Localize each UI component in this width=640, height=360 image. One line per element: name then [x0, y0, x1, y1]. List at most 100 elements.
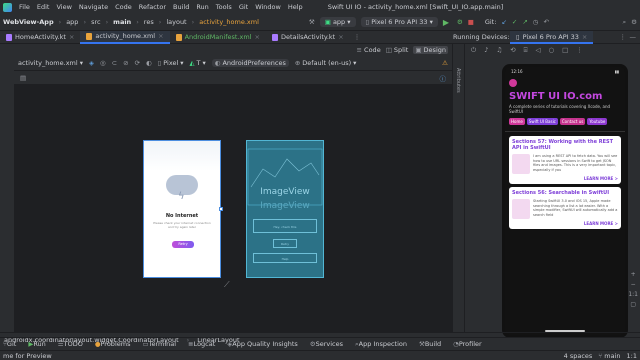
night-mode-icon[interactable]: ◐ [146, 59, 152, 67]
attributes-sidebar[interactable]: Attributes [452, 44, 464, 332]
menu-refactor[interactable]: Refactor [139, 3, 166, 11]
app-home-button[interactable]: Home [509, 118, 525, 125]
cursor-status[interactable]: 1:1 [627, 352, 637, 360]
breadcrumb-app[interactable]: app [66, 18, 78, 26]
design-preview-surface[interactable]: ϟ No Internet Please check your internet… [143, 140, 223, 278]
menu-navigate[interactable]: Navigate [79, 3, 108, 11]
tool-build[interactable]: ⚒Build [419, 340, 441, 348]
view-code-button[interactable]: ≡ Code [357, 46, 381, 54]
tool-run[interactable]: ▶Run [28, 340, 45, 348]
hammer-icon[interactable]: ⚒ [309, 18, 315, 26]
resize-handle-icon[interactable] [219, 207, 223, 211]
app-contact-button[interactable]: Contact us [559, 118, 586, 125]
theme-dropdown[interactable]: ◐ AndroidPreferences [211, 59, 289, 67]
close-icon[interactable]: × [158, 32, 163, 40]
layers-icon[interactable]: ◈ [89, 59, 94, 67]
eye-icon[interactable]: ◎ [100, 59, 106, 67]
menu-window[interactable]: Window [255, 3, 281, 11]
warning-icon[interactable]: ⚠ [442, 59, 448, 67]
menu-run[interactable]: Run [196, 3, 208, 11]
tool-app-inspection[interactable]: ⌕App Inspection [355, 340, 407, 349]
article-card[interactable]: Sections 57: Working with the REST API i… [509, 136, 621, 184]
module-selector[interactable]: ▣ app ▾ [319, 17, 356, 27]
search-icon[interactable]: ⌕ [623, 18, 627, 27]
menu-code[interactable]: Code [115, 3, 132, 11]
rotate-icon[interactable]: ⟲ [510, 46, 515, 54]
back-icon[interactable]: ◁ [536, 46, 541, 54]
overview-icon[interactable]: □ [562, 46, 568, 54]
breadcrumb-file[interactable]: activity_home.xml [199, 18, 259, 26]
menu-git[interactable]: Git [239, 3, 248, 11]
home-icon[interactable]: ○ [549, 46, 555, 54]
learn-more-link[interactable]: LEARN MORE > [512, 221, 618, 226]
app-swiftui-basic-button[interactable]: Swift UI Basic [526, 118, 558, 125]
magnet-icon[interactable]: ⊂ [112, 59, 117, 67]
breadcrumb-main[interactable]: main [113, 18, 131, 26]
rollback-icon[interactable]: ↶ [543, 18, 548, 26]
api-dropdown[interactable]: ◭ T ▾ [190, 59, 206, 67]
more-icon[interactable]: ⋮ [576, 46, 583, 54]
git-commit-icon[interactable]: ✓ [512, 18, 517, 26]
app-youtube-button[interactable]: Youtube [587, 118, 608, 125]
locale-dropdown[interactable]: ⊕ Default (en-us) ▾ [295, 59, 357, 67]
breadcrumb-src[interactable]: src [91, 18, 101, 26]
emulator-screen[interactable]: 12:16 ▮▮ SWIFT UI IO.com A complete serie… [505, 67, 625, 335]
device-selector[interactable]: ▯ Pixel 6 Pro API 33 ▾ [360, 17, 438, 27]
tab-activity-home[interactable]: activity_home.xml × [80, 30, 170, 44]
learn-more-link[interactable]: LEARN MORE > [512, 176, 618, 181]
resize-corner-icon[interactable]: ⟋ [224, 280, 230, 290]
retry-button[interactable]: Retry [172, 241, 194, 248]
screenshot-icon[interactable]: ⌸ [524, 46, 528, 55]
settings-icon[interactable]: ⚙ [631, 18, 637, 26]
menu-build[interactable]: Build [173, 3, 189, 11]
design-canvas[interactable]: ϟ No Internet Please check your internet… [14, 84, 452, 332]
close-icon[interactable]: × [254, 33, 259, 41]
blueprint-preview-surface[interactable]: ImageView ImageView Hey, check this Retr… [246, 140, 324, 278]
panel-options-icon[interactable]: ⋮ [620, 33, 627, 41]
tabs-more-icon[interactable]: ⋮ [354, 33, 361, 41]
run-icon[interactable]: ▶ [443, 18, 452, 27]
view-design-button[interactable]: ▣ Design [413, 46, 448, 54]
tool-profiler[interactable]: ◔Profiler [453, 340, 482, 348]
layout-file-dropdown[interactable]: activity_home.xml ▾ [18, 59, 83, 67]
breadcrumb-res[interactable]: res [144, 18, 154, 26]
palette-icon[interactable]: ▤ [20, 74, 26, 82]
tab-details-activity[interactable]: DetailsActivity.kt × [266, 31, 350, 44]
debug-icon[interactable]: ⚙ [457, 18, 463, 26]
menu-tools[interactable]: Tools [216, 3, 232, 11]
power-icon[interactable]: ⏻ [471, 46, 476, 55]
clear-constraints-icon[interactable]: ⊘ [123, 59, 128, 67]
history-icon[interactable]: ◷ [533, 18, 539, 26]
orientation-icon[interactable]: ⟳ [135, 59, 140, 67]
menu-file[interactable]: File [19, 3, 30, 11]
menu-view[interactable]: View [56, 3, 71, 11]
breadcrumb-layout[interactable]: layout [166, 18, 186, 26]
article-card[interactable]: Sections 56: Searchable in SwiftUI Start… [509, 187, 621, 229]
tool-services[interactable]: ⚙Services [310, 340, 343, 348]
menu-help[interactable]: Help [288, 3, 303, 11]
volume-down-icon[interactable]: ♫ [496, 46, 502, 54]
tab-home-activity[interactable]: HomeActivity.kt × [0, 31, 80, 44]
tool-todo[interactable]: ☰TODO [58, 340, 83, 348]
tool-problems[interactable]: ●Problems [95, 340, 131, 348]
device-dropdown[interactable]: ▯ Pixel ▾ [158, 59, 184, 67]
tool-app-quality[interactable]: ◈App Quality Insights [227, 340, 297, 348]
close-icon[interactable]: × [69, 33, 74, 41]
git-push-icon[interactable]: ↗ [522, 18, 527, 26]
volume-up-icon[interactable]: ♪ [484, 46, 488, 54]
branch-status[interactable]: ⑂ main [598, 352, 620, 360]
info-icon[interactable]: ⓘ [440, 73, 447, 83]
git-update-icon[interactable]: ↙ [501, 18, 506, 26]
tab-android-manifest[interactable]: AndroidManifest.xml × [170, 31, 266, 44]
zoom-controls[interactable]: + −1:1 ▢ [628, 270, 638, 310]
close-icon[interactable]: × [338, 33, 343, 41]
menu-edit[interactable]: Edit [37, 3, 50, 11]
tab-running-device[interactable]: ▯ Pixel 6 Pro API 33 × [510, 31, 594, 44]
tool-terminal[interactable]: ▭Terminal [142, 340, 176, 348]
tool-git[interactable]: ⑂Git [3, 340, 16, 348]
indent-status[interactable]: 4 spaces [564, 352, 593, 360]
stop-icon[interactable]: ■ [468, 18, 474, 26]
view-split-button[interactable]: ◫ Split [386, 46, 409, 54]
breadcrumb-project[interactable]: WebView-App [3, 18, 54, 26]
minimize-icon[interactable]: — [630, 33, 637, 41]
